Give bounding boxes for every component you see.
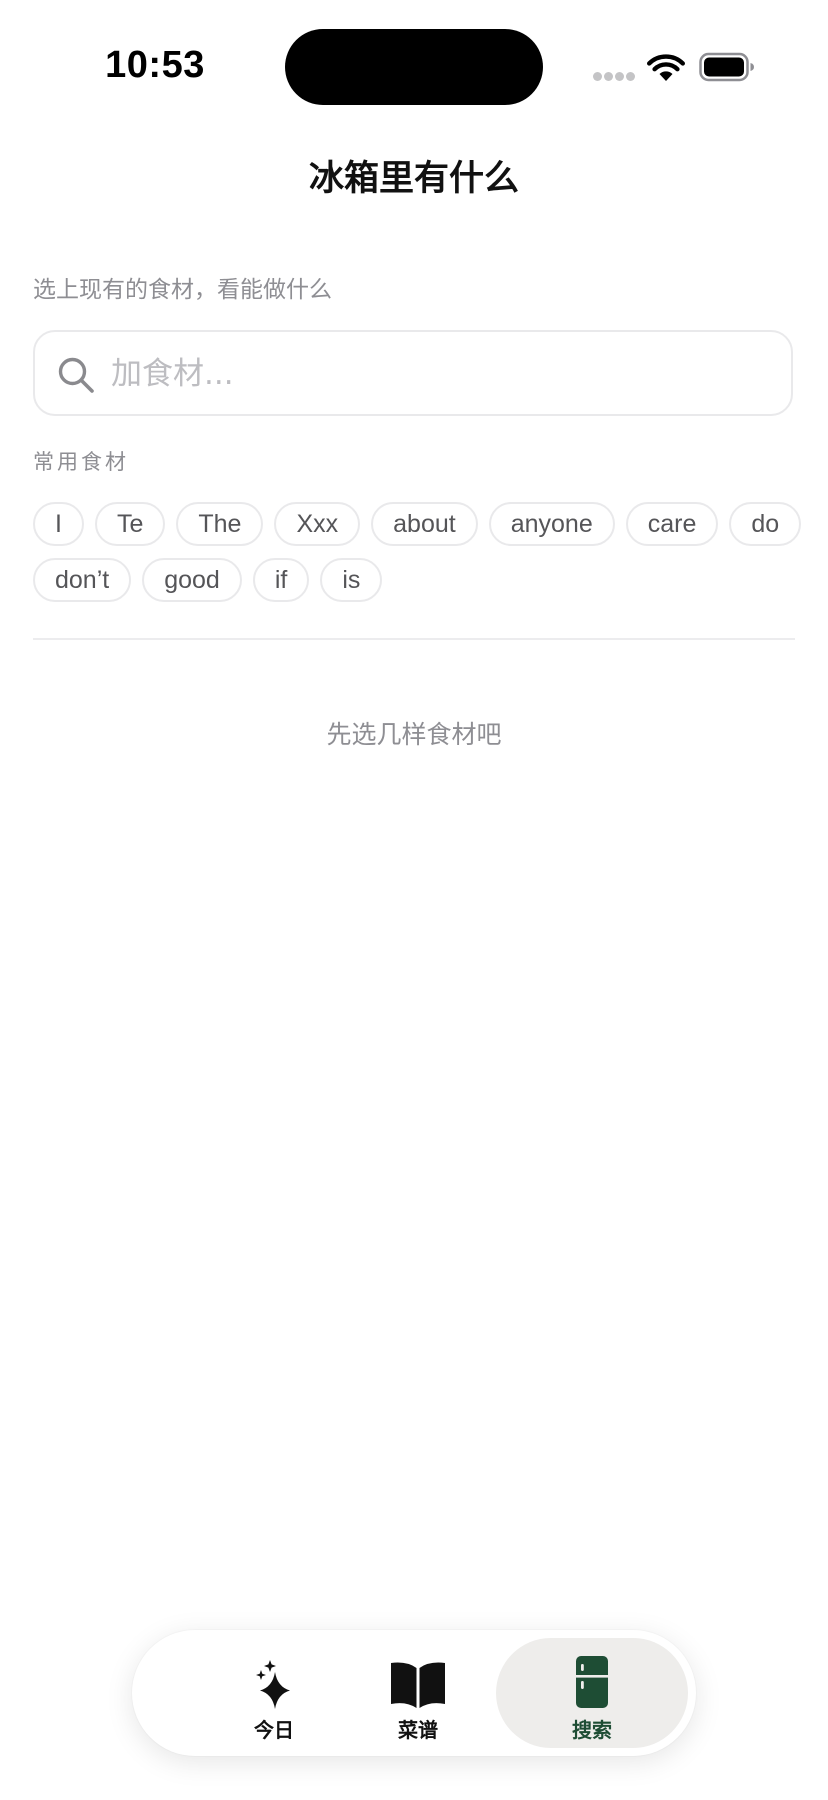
ingredient-search-input[interactable]: [111, 346, 771, 402]
ingredient-chip[interactable]: if: [252, 558, 310, 602]
search-icon: [58, 357, 94, 393]
ingredient-chip[interactable]: The: [176, 502, 264, 546]
ingredient-chip[interactable]: about: [371, 502, 478, 546]
ingredient-chip[interactable]: anyone: [488, 502, 615, 546]
tab-label: 搜索: [572, 1718, 612, 1742]
ingredient-chip[interactable]: Xxx: [274, 502, 361, 546]
divider: [33, 638, 795, 640]
ingredient-chip[interactable]: don’t: [33, 558, 132, 602]
ingredient-chip[interactable]: care: [625, 502, 719, 546]
common-ingredients-label: 常用食材: [33, 450, 129, 474]
ingredient-chip[interactable]: Te: [94, 502, 166, 546]
fridge-icon: [576, 1656, 608, 1708]
status-bar: 10:53: [0, 0, 828, 120]
status-time: 10:53: [105, 44, 205, 86]
page-subtitle: 选上现有的食材，看能做什么: [33, 277, 332, 303]
sparkles-icon: [256, 1660, 290, 1709]
book-icon: [391, 1662, 445, 1708]
ingredient-chip[interactable]: is: [320, 558, 383, 602]
search-box[interactable]: [33, 330, 793, 416]
ingredient-chip[interactable]: I: [33, 502, 84, 546]
ingredient-chip[interactable]: good: [142, 558, 242, 602]
tab-bar: 今日 菜谱 搜索: [132, 1630, 696, 1756]
page-title: 冰箱里有什么: [308, 159, 519, 199]
tab-label: 菜谱: [398, 1718, 438, 1742]
empty-state-hint: 先选几样食材吧: [326, 720, 502, 749]
ingredient-chip-list: I Te The Xxx about anyone care do don’t …: [33, 502, 803, 602]
ingredient-chip[interactable]: do: [729, 502, 802, 546]
tab-search[interactable]: 搜索: [496, 1638, 688, 1748]
dynamic-island: [285, 29, 543, 105]
cellular-signal-icon: [593, 72, 635, 82]
battery-icon: [699, 52, 754, 82]
tab-recipes[interactable]: 菜谱: [322, 1638, 514, 1748]
wifi-icon: [647, 54, 685, 81]
